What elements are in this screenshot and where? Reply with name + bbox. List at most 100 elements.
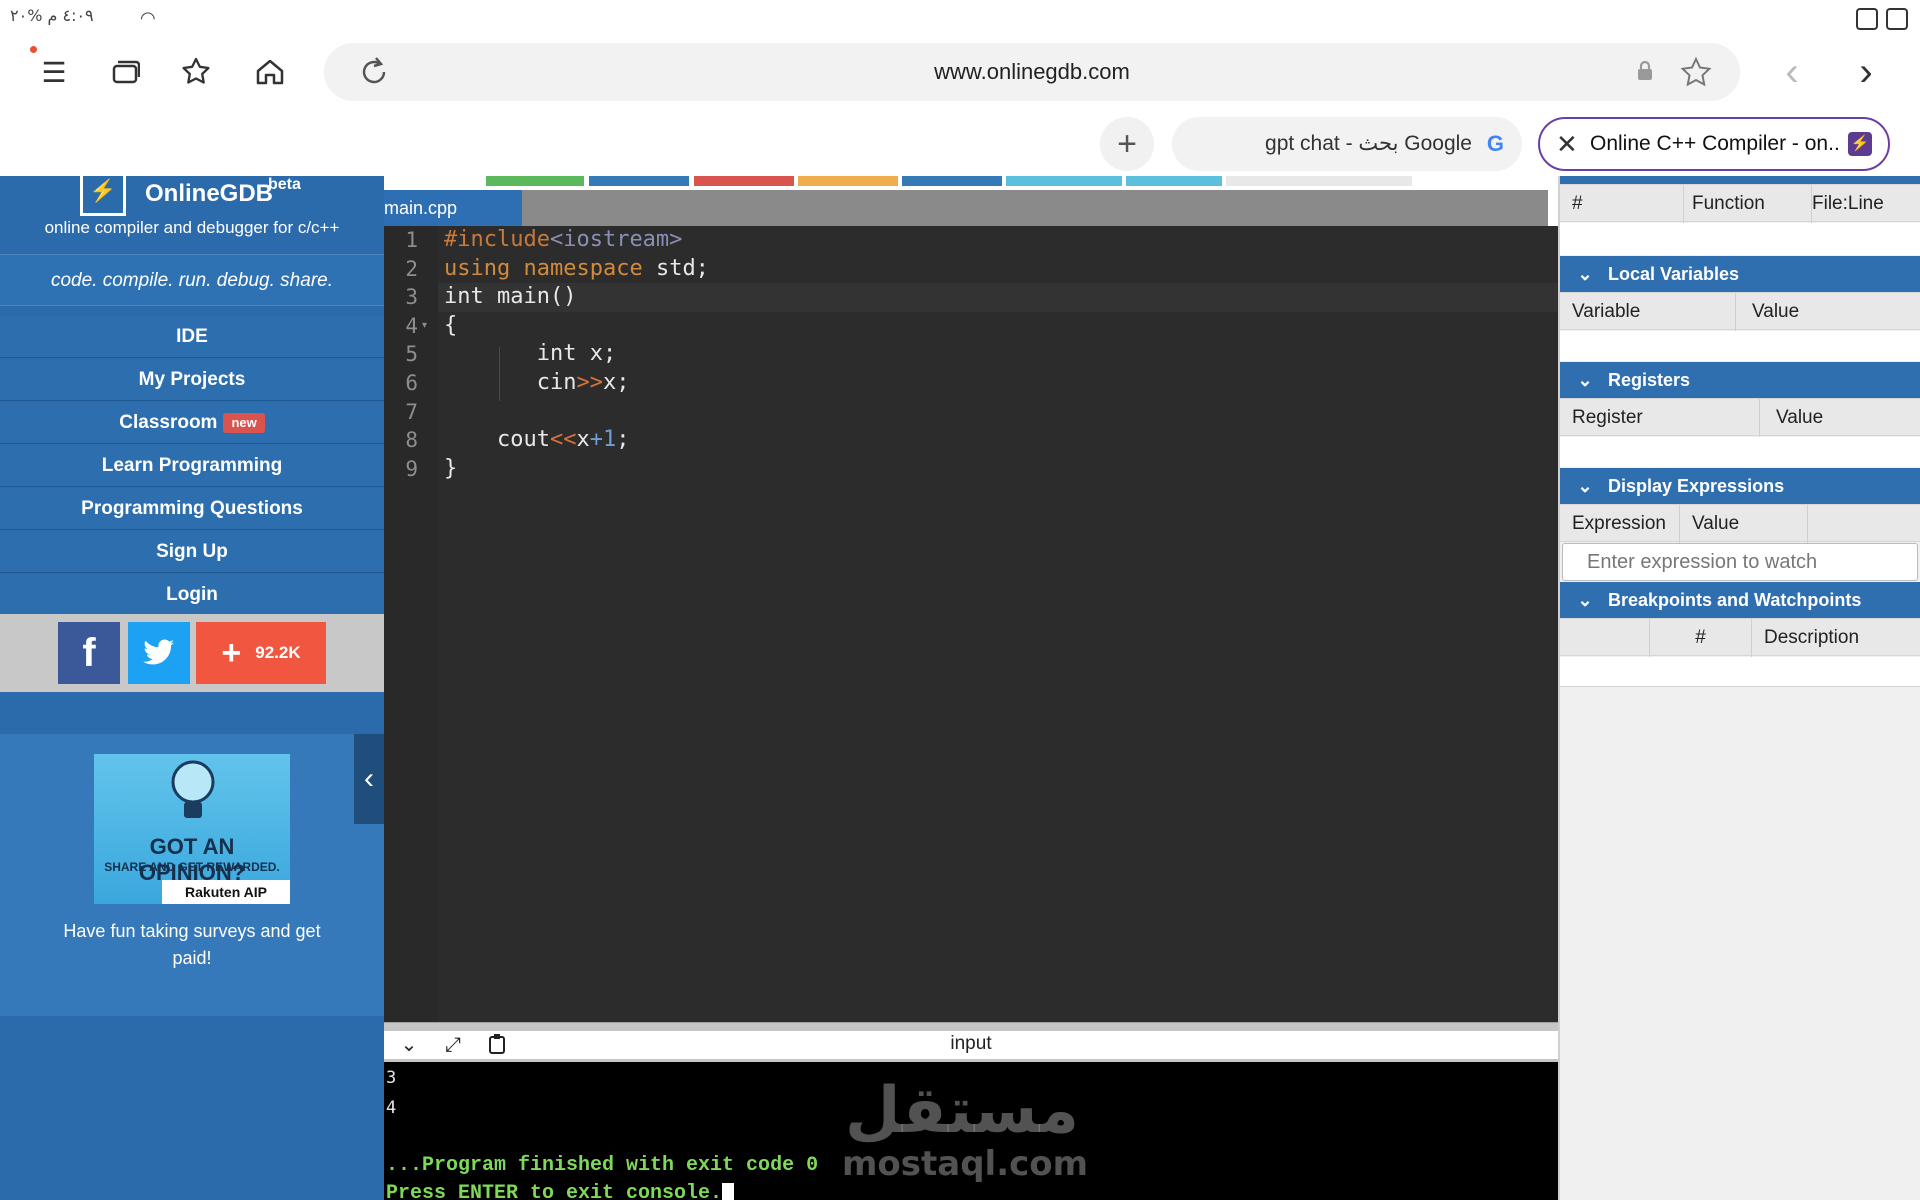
code-line: using namespace std; [444, 255, 709, 281]
bookmark-star-icon[interactable] [1680, 56, 1712, 93]
registers-header[interactable]: ⌄ Registers [1560, 362, 1920, 398]
console-exit-message: ...Program finished with exit code 0 [386, 1154, 819, 1177]
beautify-button[interactable] [1006, 176, 1122, 186]
tab-label: gpt chat - بحث Google [1265, 132, 1472, 155]
watermark: مستقل mostaql.com [842, 1078, 1089, 1184]
debug-button[interactable] [589, 176, 689, 186]
col-header: Value [1776, 407, 1824, 428]
facebook-share-button[interactable]: f [58, 622, 120, 684]
ad-brand: Rakuten AIP [162, 880, 290, 904]
forward-arrow-icon[interactable]: › [1842, 48, 1890, 96]
local-variables-header[interactable]: ⌄ Local Variables [1560, 256, 1920, 292]
share-count-button[interactable]: +92.2K [196, 622, 326, 684]
breakpoints-header[interactable]: ⌄ Breakpoints and Watchpoints [1560, 582, 1920, 618]
watch-expression-input[interactable] [1562, 543, 1918, 581]
line-number: 8 [405, 428, 418, 453]
twitter-share-button[interactable] [128, 622, 190, 684]
chevron-down-icon[interactable]: ⌄ [394, 1033, 424, 1057]
editor-toolbar [384, 176, 1558, 190]
copy-clipboard-icon[interactable] [482, 1033, 512, 1057]
col-spacer [1560, 619, 1650, 657]
new-tab-button[interactable]: + [1100, 117, 1154, 171]
tabs-icon[interactable] [101, 48, 149, 96]
nav-classroom[interactable]: Classroom new [0, 402, 384, 444]
menu-icon[interactable]: ☰ [30, 48, 78, 96]
code-editor[interactable]: 1 2 3 4 ▾ 5 6 7 8 9 #include<iostream> u… [384, 226, 1558, 1022]
run-button[interactable] [486, 176, 584, 186]
col-header: # [1650, 619, 1752, 657]
facebook-icon: f [82, 630, 96, 675]
share-button[interactable] [798, 176, 898, 186]
new-badge: new [223, 412, 265, 433]
nav-ide[interactable]: IDE [0, 316, 384, 358]
download-button[interactable] [1126, 176, 1222, 186]
brand-name[interactable]: OnlineGDB [145, 180, 273, 208]
file-tabs-bar: main.cpp [384, 190, 1548, 226]
file-tab-main-cpp[interactable]: main.cpp [384, 190, 522, 226]
sidebar: ⚡ OnlineGDB beta online compiler and deb… [0, 176, 384, 1200]
console-line: 4 [386, 1098, 397, 1118]
nav-my-projects[interactable]: My Projects [0, 359, 384, 401]
nav-label: Programming Questions [81, 498, 303, 519]
beta-label: beta [268, 176, 301, 193]
line-number: 5 [405, 342, 418, 367]
language-select[interactable] [1226, 176, 1412, 186]
share-count: 92.2K [255, 643, 301, 662]
nav-label: Learn Programming [101, 455, 283, 476]
motto: code. compile. run. debug. share. [0, 254, 384, 306]
home-icon[interactable] [246, 48, 294, 96]
code-line: cout<<x+1; [444, 427, 630, 453]
col-header: Value [1692, 505, 1808, 543]
url-text[interactable]: www.onlinegdb.com [324, 43, 1740, 101]
breakpoints-table-header: # Description [1560, 618, 1920, 657]
close-tab-icon[interactable]: ✕ [1556, 119, 1578, 169]
browser-toolbar: ☰ www.onlinegdb.com ‹ › [0, 36, 1920, 108]
google-g-icon: G [1486, 131, 1504, 156]
fold-icon[interactable]: ▾ [422, 320, 427, 331]
watermark-latin: mostaql.com [842, 1144, 1089, 1184]
onlinegdb-favicon-icon: ⚡ [1848, 132, 1872, 156]
nav-learn-programming[interactable]: Learn Programming [0, 445, 384, 487]
chevron-down-icon: ⌄ [1577, 476, 1593, 496]
save-button[interactable] [902, 176, 1002, 186]
flipboard-icon [1856, 8, 1878, 30]
line-number: 6 [405, 371, 418, 395]
expand-icon[interactable]: ⤢ [438, 1033, 468, 1057]
nav-sign-up[interactable]: Sign Up [0, 531, 384, 573]
registers-table-header: Register Value [1560, 398, 1920, 437]
status-bar: ٤:٠٩ م %٢٠ ◠ [0, 0, 1920, 36]
code-line: #include<iostream> [444, 227, 683, 252]
line-number: 9 [405, 456, 418, 481]
social-share-strip: f +92.2K [0, 614, 384, 692]
console-line: 3 [386, 1068, 397, 1088]
tab-onlinegdb[interactable]: ✕ Online C++ Compiler - on... ⚡ [1538, 117, 1890, 171]
back-arrow-icon[interactable]: ‹ [1768, 48, 1816, 96]
line-number: 1 [405, 228, 418, 252]
call-stack-header[interactable] [1560, 176, 1920, 184]
advertisement: GOT AN OPINION? SHARE AND GET REWARDED. … [0, 734, 384, 1016]
console-toolbar: input ⌄ ⤢ [384, 1022, 1558, 1062]
section-title: Local Variables [1608, 264, 1740, 284]
lock-icon [1636, 60, 1654, 87]
address-bar[interactable]: www.onlinegdb.com [324, 43, 1740, 101]
section-title: Breakpoints and Watchpoints [1608, 590, 1862, 610]
ad-banner[interactable]: GOT AN OPINION? SHARE AND GET REWARDED. … [94, 754, 290, 904]
tab-google-search[interactable]: gpt chat - بحث Google G [1172, 117, 1522, 171]
chevron-down-icon: ⌄ [1577, 370, 1593, 390]
display-expressions-header[interactable]: ⌄ Display Expressions [1560, 468, 1920, 504]
bookmarks-icon[interactable] [174, 48, 222, 96]
nav-label: Sign Up [156, 541, 228, 562]
code-line: } [444, 455, 458, 481]
nav-login[interactable]: Login [0, 574, 384, 616]
local-variables-table-header: Variable Value [1560, 292, 1920, 331]
tab-strip: + gpt chat - بحث Google G ✕ Online C++ C… [0, 108, 1920, 176]
col-header: Function [1692, 185, 1812, 223]
collapse-sidebar-button[interactable]: ‹ [354, 734, 384, 824]
ad-caption: Have fun taking surveys and get paid! [63, 921, 321, 968]
nav-programming-questions[interactable]: Programming Questions [0, 488, 384, 530]
call-stack-table-header: # Function File:Line [1560, 184, 1920, 223]
stop-button[interactable] [694, 176, 794, 186]
tagline: online compiler and debugger for c/c++ [44, 218, 340, 237]
console-cursor [722, 1182, 735, 1200]
onlinegdb-logo-icon[interactable]: ⚡ [80, 176, 126, 216]
